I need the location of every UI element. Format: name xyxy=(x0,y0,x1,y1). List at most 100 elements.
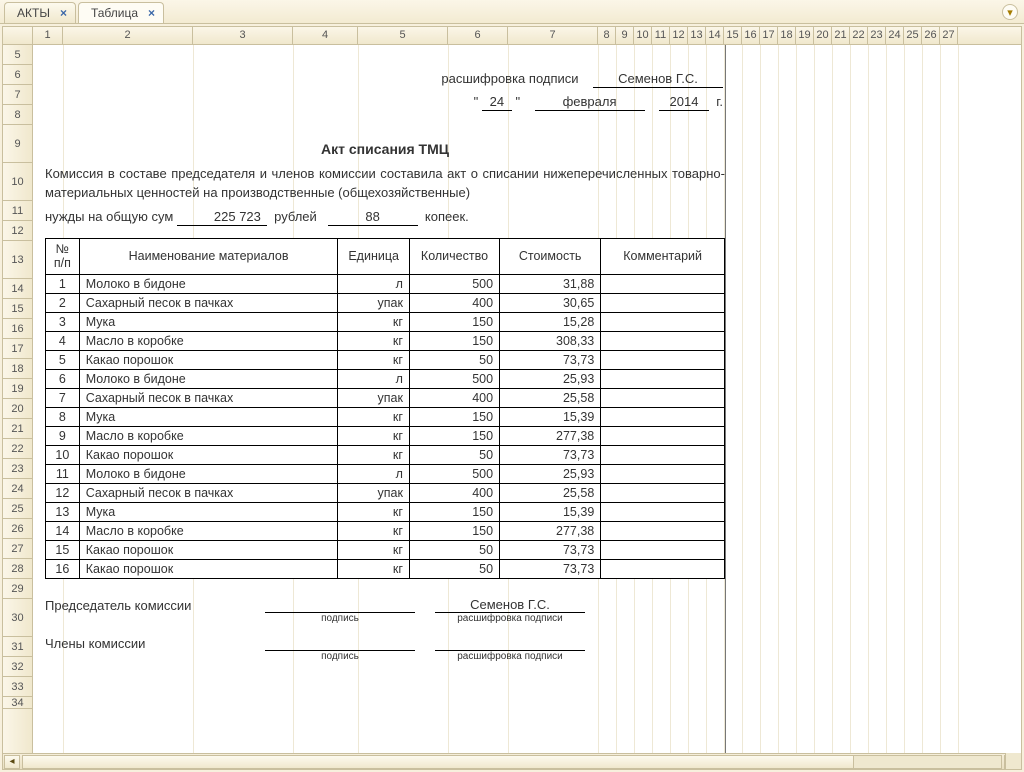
row-header[interactable]: 15 xyxy=(3,299,32,319)
row-header[interactable]: 21 xyxy=(3,419,32,439)
spreadsheet-frame: 1234567891011121314151617181920212223242… xyxy=(2,26,1022,770)
row-header[interactable]: 26 xyxy=(3,519,32,539)
col-header[interactable]: 14 xyxy=(706,27,724,44)
table-row[interactable]: 14Масло в коробкекг150277,38 xyxy=(46,521,725,540)
select-all-corner[interactable] xyxy=(3,27,33,44)
row-header[interactable]: 29 xyxy=(3,579,32,599)
row-header[interactable]: 17 xyxy=(3,339,32,359)
col-header[interactable]: 16 xyxy=(742,27,760,44)
col-header[interactable]: 17 xyxy=(760,27,778,44)
col-header[interactable]: 11 xyxy=(652,27,670,44)
table-header-row: № п/п Наименование материалов Единица Ко… xyxy=(46,238,725,274)
table-row[interactable]: 4Масло в коробкекг150308,33 xyxy=(46,331,725,350)
table-row[interactable]: 2Сахарный песок в пачкахупак40030,65 xyxy=(46,293,725,312)
tab-label: Таблица xyxy=(91,6,138,20)
row-header[interactable]: 5 xyxy=(3,45,32,65)
date-year: 2014 xyxy=(659,94,709,111)
row-header[interactable]: 13 xyxy=(3,241,32,279)
row-header[interactable]: 24 xyxy=(3,479,32,499)
table-row[interactable]: 5Какао порошоккг5073,73 xyxy=(46,350,725,369)
row-header[interactable]: 6 xyxy=(3,65,32,85)
table-row[interactable]: 8Мукакг15015,39 xyxy=(46,407,725,426)
table-row[interactable]: 11Молоко в бидонел50025,93 xyxy=(46,464,725,483)
col-header[interactable]: 7 xyxy=(508,27,598,44)
col-header[interactable]: 9 xyxy=(616,27,634,44)
table-row[interactable]: 10Какао порошоккг5073,73 xyxy=(46,445,725,464)
row-header[interactable]: 14 xyxy=(3,279,32,299)
table-row[interactable]: 6Молоко в бидонел50025,93 xyxy=(46,369,725,388)
members-label: Члены комиссии xyxy=(45,636,245,651)
row-header[interactable]: 33 xyxy=(3,677,32,697)
row-header[interactable]: 12 xyxy=(3,221,32,241)
col-header[interactable]: 26 xyxy=(922,27,940,44)
col-header[interactable]: 25 xyxy=(904,27,922,44)
col-header[interactable]: 5 xyxy=(358,27,448,44)
row-header[interactable]: 19 xyxy=(3,379,32,399)
row-header[interactable]: 28 xyxy=(3,559,32,579)
col-header[interactable]: 12 xyxy=(670,27,688,44)
row-header[interactable]: 32 xyxy=(3,657,32,677)
scroll-left-icon[interactable]: ◂ xyxy=(4,755,20,769)
date-line: " 24 " февраля 2014 г. xyxy=(39,94,731,111)
table-row[interactable]: 13Мукакг15015,39 xyxy=(46,502,725,521)
row-header[interactable]: 30 xyxy=(3,599,32,637)
table-row[interactable]: 16Какао порошоккг5073,73 xyxy=(46,559,725,578)
row-header[interactable]: 23 xyxy=(3,459,32,479)
table-row[interactable]: 3Мукакг15015,28 xyxy=(46,312,725,331)
signatory-name: Семенов Г.С. xyxy=(593,71,723,88)
col-header[interactable]: 6 xyxy=(448,27,508,44)
close-icon[interactable]: × xyxy=(148,6,155,20)
table-row[interactable]: 12Сахарный песок в пачкахупак40025,58 xyxy=(46,483,725,502)
chairman-label: Председатель комиссии xyxy=(45,598,245,613)
row-header[interactable]: 27 xyxy=(3,539,32,559)
scroll-track[interactable] xyxy=(22,755,1002,769)
col-header[interactable]: 23 xyxy=(868,27,886,44)
materials-table: № п/п Наименование материалов Единица Ко… xyxy=(45,238,725,579)
scroll-thumb[interactable] xyxy=(23,756,854,768)
col-header[interactable]: 4 xyxy=(293,27,358,44)
col-header[interactable]: 27 xyxy=(940,27,958,44)
row-header[interactable]: 31 xyxy=(3,637,32,657)
table-row[interactable]: 7Сахарный песок в пачкахупак40025,58 xyxy=(46,388,725,407)
horizontal-scrollbar[interactable]: ◂ ▸ xyxy=(3,753,1021,769)
grid-area[interactable]: расшифровка подписи Семенов Г.С. " 24 " … xyxy=(33,45,1021,753)
row-header[interactable]: 20 xyxy=(3,399,32,419)
row-header[interactable]: 8 xyxy=(3,105,32,125)
signatures-block: Председатель комиссии Семенов Г.С. подпи… xyxy=(45,589,725,665)
row-header[interactable]: 7 xyxy=(3,85,32,105)
row-header[interactable]: 16 xyxy=(3,319,32,339)
row-header[interactable]: 11 xyxy=(3,201,32,221)
table-row[interactable]: 9Масло в коробкекг150277,38 xyxy=(46,426,725,445)
col-header[interactable]: 3 xyxy=(193,27,293,44)
col-header[interactable]: 21 xyxy=(832,27,850,44)
col-header[interactable]: 1 xyxy=(33,27,63,44)
col-header[interactable]: 2 xyxy=(63,27,193,44)
table-row[interactable]: 15Какао порошоккг5073,73 xyxy=(46,540,725,559)
col-header[interactable]: 22 xyxy=(850,27,868,44)
col-header[interactable]: 19 xyxy=(796,27,814,44)
row-header[interactable]: 18 xyxy=(3,359,32,379)
chairman-name: Семенов Г.С. xyxy=(435,597,585,613)
tab-bar: АКТЫ × Таблица × ▾ xyxy=(0,0,1024,24)
row-header[interactable]: 34 xyxy=(3,697,32,709)
col-header[interactable]: 8 xyxy=(598,27,616,44)
table-row[interactable]: 1Молоко в бидонел50031,88 xyxy=(46,274,725,293)
row-header[interactable]: 9 xyxy=(3,125,32,163)
col-header[interactable]: 15 xyxy=(724,27,742,44)
row-header[interactable]: 22 xyxy=(3,439,32,459)
row-header[interactable]: 10 xyxy=(3,163,32,201)
col-header[interactable]: 18 xyxy=(778,27,796,44)
signature-decipher-line: расшифровка подписи Семенов Г.С. xyxy=(39,71,731,88)
chevron-down-icon[interactable]: ▾ xyxy=(1002,4,1018,20)
row-headers: 5678910111213141516171819202122232425262… xyxy=(3,45,33,753)
col-header[interactable]: 10 xyxy=(634,27,652,44)
tab-tablitsa[interactable]: Таблица × xyxy=(78,2,164,23)
col-header[interactable]: 13 xyxy=(688,27,706,44)
row-header[interactable]: 25 xyxy=(3,499,32,519)
col-qty: Количество xyxy=(409,238,499,274)
col-header[interactable]: 20 xyxy=(814,27,832,44)
date-month: февраля xyxy=(535,94,645,111)
close-icon[interactable]: × xyxy=(60,6,67,20)
tab-akty[interactable]: АКТЫ × xyxy=(4,2,76,23)
col-header[interactable]: 24 xyxy=(886,27,904,44)
